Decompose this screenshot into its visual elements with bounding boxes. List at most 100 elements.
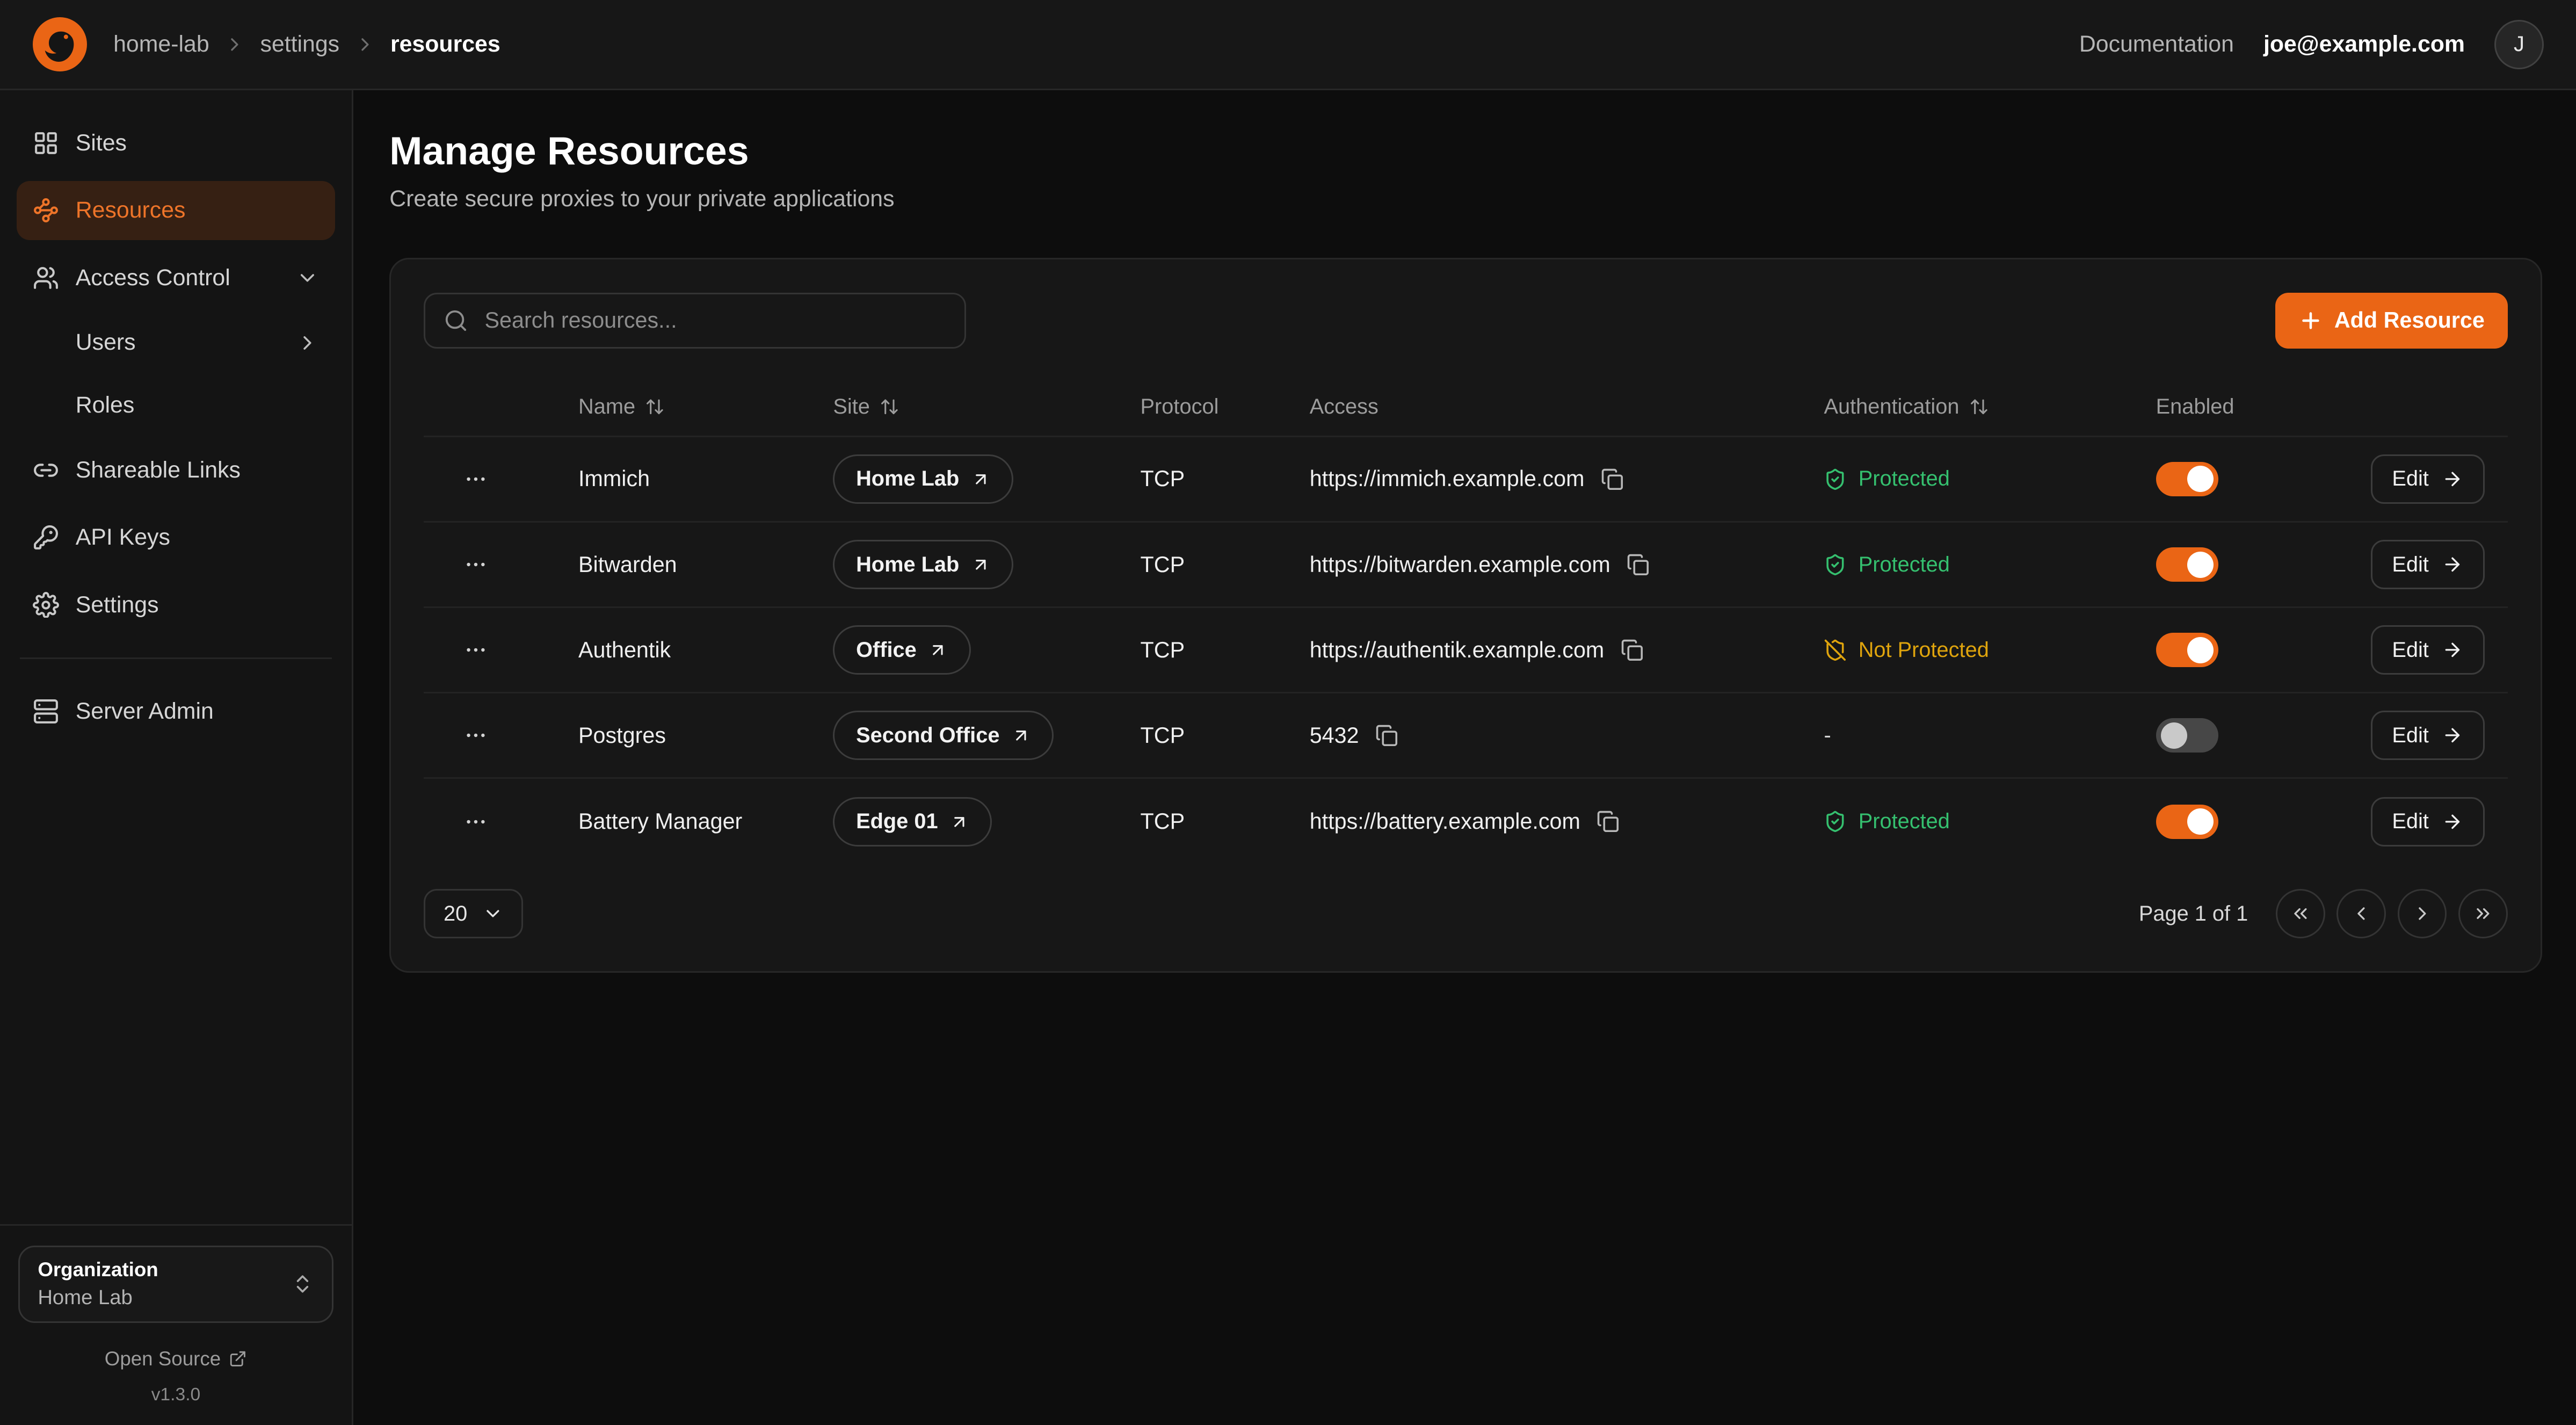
sidebar-item-sites[interactable]: Sites bbox=[17, 113, 336, 172]
edit-label: Edit bbox=[2392, 809, 2429, 834]
edit-label: Edit bbox=[2392, 638, 2429, 662]
chevron-right-icon bbox=[224, 34, 245, 55]
organization-title: Organization bbox=[38, 1258, 158, 1281]
documentation-link[interactable]: Documentation bbox=[2079, 31, 2234, 57]
sidebar-item-users[interactable]: Users bbox=[17, 315, 336, 370]
site-link-button[interactable]: Office bbox=[833, 625, 970, 675]
copy-button[interactable] bbox=[1593, 807, 1623, 836]
enabled-cell bbox=[2139, 718, 2366, 753]
add-resource-button[interactable]: Add Resource bbox=[2275, 293, 2508, 349]
previous-page-button[interactable] bbox=[2336, 889, 2386, 938]
column-header-authentication[interactable]: Authentication bbox=[1808, 395, 2139, 419]
sort-icon bbox=[1969, 397, 1989, 417]
row-actions-menu-button[interactable] bbox=[457, 803, 495, 841]
site-cell: Office bbox=[817, 625, 1124, 675]
site-label: Home Lab bbox=[856, 553, 959, 577]
copy-button[interactable] bbox=[1623, 550, 1653, 580]
chevrons-up-down-icon bbox=[291, 1272, 314, 1296]
key-icon bbox=[33, 524, 59, 551]
resource-access: 5432 bbox=[1310, 723, 1359, 748]
search-box bbox=[424, 293, 966, 349]
chevron-left-icon bbox=[2350, 903, 2372, 924]
copy-icon bbox=[1627, 553, 1650, 576]
copy-button[interactable] bbox=[1372, 721, 1402, 750]
row-menu-cell bbox=[424, 803, 562, 841]
ellipsis-icon bbox=[463, 552, 488, 577]
sidebar-item-api-keys[interactable]: API Keys bbox=[17, 508, 336, 567]
chevron-down-icon bbox=[482, 903, 504, 924]
access-cell: https://battery.example.com bbox=[1293, 807, 1808, 836]
external-link-icon bbox=[229, 1350, 247, 1368]
page-subtitle: Create secure proxies to your private ap… bbox=[389, 186, 2542, 212]
row-menu-cell bbox=[424, 546, 562, 583]
first-page-button[interactable] bbox=[2276, 889, 2325, 938]
sidebar-item-roles[interactable]: Roles bbox=[17, 378, 336, 432]
breadcrumb-settings[interactable]: settings bbox=[260, 31, 340, 57]
sort-icon bbox=[645, 397, 665, 417]
column-header-name[interactable]: Name bbox=[562, 395, 816, 419]
edit-cell: Edit bbox=[2366, 625, 2507, 675]
next-page-button[interactable] bbox=[2398, 889, 2447, 938]
row-actions-menu-button[interactable] bbox=[457, 717, 495, 754]
last-page-button[interactable] bbox=[2458, 889, 2508, 938]
sidebar-item-label: Access Control bbox=[76, 265, 230, 291]
arrow-right-icon bbox=[2442, 725, 2463, 746]
sidebar-item-server-admin[interactable]: Server Admin bbox=[17, 682, 336, 741]
site-link-button[interactable]: Second Office bbox=[833, 711, 1054, 760]
edit-cell: Edit bbox=[2366, 797, 2507, 847]
site-link-button[interactable]: Home Lab bbox=[833, 454, 1013, 504]
enabled-toggle[interactable] bbox=[2156, 547, 2218, 582]
add-resource-label: Add Resource bbox=[2334, 308, 2485, 333]
site-cell: Home Lab bbox=[817, 540, 1124, 589]
edit-button[interactable]: Edit bbox=[2371, 540, 2485, 589]
organization-selector[interactable]: Organization Home Lab bbox=[18, 1246, 334, 1323]
row-menu-cell bbox=[424, 631, 562, 669]
row-actions-menu-button[interactable] bbox=[457, 460, 495, 498]
open-source-link[interactable]: Open Source bbox=[105, 1348, 247, 1370]
edit-button[interactable]: Edit bbox=[2371, 625, 2485, 675]
table-row: Battery Manager Edge 01 TCP https://batt… bbox=[424, 779, 2507, 864]
avatar-initial: J bbox=[2514, 32, 2524, 56]
resource-protocol: TCP bbox=[1124, 723, 1293, 748]
auth-label: Protected bbox=[1859, 809, 1950, 834]
search-input[interactable] bbox=[481, 306, 946, 335]
resource-name: Battery Manager bbox=[562, 809, 816, 834]
enabled-toggle[interactable] bbox=[2156, 718, 2218, 753]
edit-button[interactable]: Edit bbox=[2371, 797, 2485, 847]
enabled-toggle[interactable] bbox=[2156, 462, 2218, 496]
column-header-site[interactable]: Site bbox=[817, 395, 1124, 419]
arrow-up-right-icon bbox=[949, 812, 969, 832]
edit-button[interactable]: Edit bbox=[2371, 454, 2485, 504]
access-cell: https://authentik.example.com bbox=[1293, 635, 1808, 665]
page-size-select[interactable]: 20 bbox=[424, 889, 523, 938]
sidebar-item-resources[interactable]: Resources bbox=[17, 181, 336, 240]
sidebar-item-access-control[interactable]: Access Control bbox=[17, 248, 336, 307]
row-actions-menu-button[interactable] bbox=[457, 546, 495, 583]
resource-name: Postgres bbox=[562, 723, 816, 748]
copy-button[interactable] bbox=[1598, 464, 1627, 494]
edit-button[interactable]: Edit bbox=[2371, 711, 2485, 760]
main-content: Manage Resources Create secure proxies t… bbox=[353, 90, 2576, 1425]
row-actions-menu-button[interactable] bbox=[457, 631, 495, 669]
resource-name: Authentik bbox=[562, 638, 816, 663]
enabled-toggle[interactable] bbox=[2156, 633, 2218, 667]
sidebar-item-settings[interactable]: Settings bbox=[17, 575, 336, 634]
app-logo[interactable] bbox=[33, 17, 87, 71]
auth-status: Protected bbox=[1808, 553, 2139, 577]
avatar[interactable]: J bbox=[2494, 20, 2544, 69]
breadcrumb-home-lab[interactable]: home-lab bbox=[113, 31, 209, 57]
chevron-right-icon bbox=[2412, 903, 2433, 924]
site-link-button[interactable]: Home Lab bbox=[833, 540, 1013, 589]
chevron-right-icon bbox=[296, 331, 319, 355]
toggle-knob bbox=[2187, 637, 2214, 663]
sidebar-item-shareable-links[interactable]: Shareable Links bbox=[17, 440, 336, 500]
copy-button[interactable] bbox=[1617, 635, 1647, 665]
resource-access: https://battery.example.com bbox=[1310, 809, 1580, 834]
column-header-protocol: Protocol bbox=[1124, 395, 1293, 419]
sidebar-item-label: API Keys bbox=[76, 524, 170, 551]
resource-protocol: TCP bbox=[1124, 809, 1293, 834]
header-label: Name bbox=[578, 395, 635, 419]
user-email[interactable]: joe@example.com bbox=[2263, 31, 2465, 57]
site-link-button[interactable]: Edge 01 bbox=[833, 797, 992, 847]
enabled-toggle[interactable] bbox=[2156, 805, 2218, 839]
